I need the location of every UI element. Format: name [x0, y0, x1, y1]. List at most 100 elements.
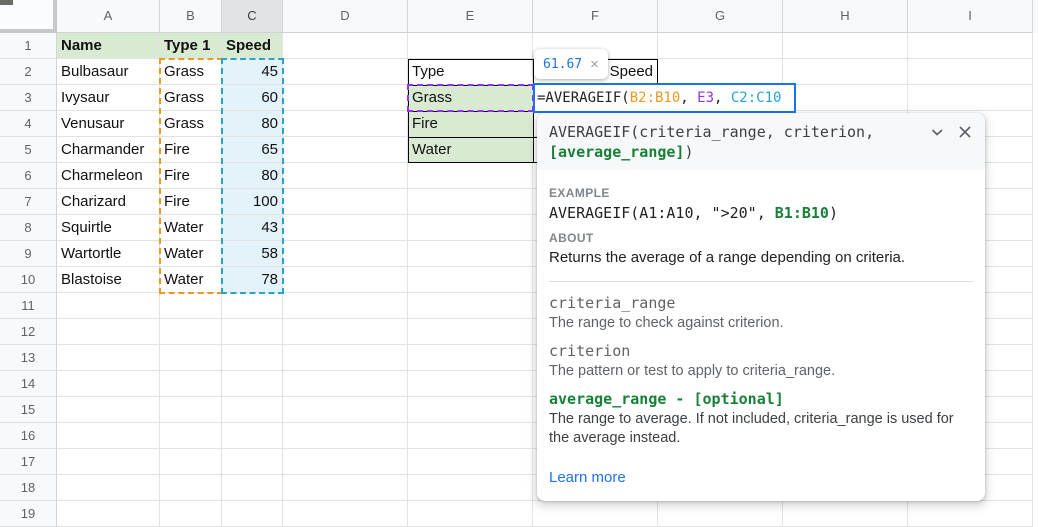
cell-H1[interactable]: [783, 33, 908, 59]
chevron-down-icon[interactable]: [929, 124, 945, 145]
cell-E19[interactable]: [408, 501, 533, 527]
cell-D18[interactable]: [283, 475, 408, 501]
cell-E11[interactable]: [408, 293, 533, 319]
cell-B18[interactable]: [160, 475, 222, 501]
close-icon[interactable]: [957, 124, 973, 145]
cell-A18[interactable]: [57, 475, 160, 501]
cell-D13[interactable]: [283, 345, 408, 371]
cell-C11[interactable]: [222, 293, 283, 319]
cell-C10[interactable]: 78: [222, 267, 283, 293]
cell-G2[interactable]: [658, 59, 783, 85]
cell-A17[interactable]: [57, 449, 160, 475]
cell-H2[interactable]: [783, 59, 908, 85]
cell-B11[interactable]: [160, 293, 222, 319]
cell-E8[interactable]: [408, 215, 533, 241]
cell-E14[interactable]: [408, 371, 533, 397]
cell-B4[interactable]: Grass: [160, 111, 222, 137]
row-header-12[interactable]: 12: [0, 319, 57, 345]
cell-A8[interactable]: Squirtle: [57, 215, 160, 241]
cell-E13[interactable]: [408, 345, 533, 371]
cell-C16[interactable]: [222, 423, 283, 449]
cell-E4[interactable]: Fire: [408, 111, 533, 137]
column-header-G[interactable]: G: [658, 0, 783, 33]
row-header-2[interactable]: 2: [0, 59, 57, 85]
cell-I19[interactable]: [908, 501, 1033, 527]
cell-C9[interactable]: 58: [222, 241, 283, 267]
cell-A9[interactable]: Wartortle: [57, 241, 160, 267]
cell-A1[interactable]: Name: [57, 33, 160, 59]
cell-E15[interactable]: [408, 397, 533, 423]
row-header-4[interactable]: 4: [0, 111, 57, 137]
cell-G1[interactable]: [658, 33, 783, 59]
cell-D19[interactable]: [283, 501, 408, 527]
cell-B3[interactable]: Grass: [160, 85, 222, 111]
row-header-17[interactable]: 17: [0, 449, 57, 475]
cell-C17[interactable]: [222, 449, 283, 475]
cell-D6[interactable]: [283, 163, 408, 189]
cell-D1[interactable]: [283, 33, 408, 59]
cell-H3[interactable]: [783, 85, 908, 111]
cell-B6[interactable]: Fire: [160, 163, 222, 189]
row-header-15[interactable]: 15: [0, 397, 57, 423]
cell-D10[interactable]: [283, 267, 408, 293]
cell-A13[interactable]: [57, 345, 160, 371]
cell-D5[interactable]: [283, 137, 408, 163]
cell-A14[interactable]: [57, 371, 160, 397]
cell-C2[interactable]: 45: [222, 59, 283, 85]
row-header-3[interactable]: 3: [0, 85, 57, 111]
cell-I2[interactable]: [908, 59, 1033, 85]
cell-B13[interactable]: [160, 345, 222, 371]
cell-F19[interactable]: [533, 501, 658, 527]
cell-C1[interactable]: Speed: [222, 33, 283, 59]
cell-D14[interactable]: [283, 371, 408, 397]
cell-E12[interactable]: [408, 319, 533, 345]
cell-A16[interactable]: [57, 423, 160, 449]
column-header-D[interactable]: D: [283, 0, 408, 33]
row-header-19[interactable]: 19: [0, 501, 57, 527]
cell-A2[interactable]: Bulbasaur: [57, 59, 160, 85]
cell-A19[interactable]: [57, 501, 160, 527]
cell-A10[interactable]: Blastoise: [57, 267, 160, 293]
cell-B15[interactable]: [160, 397, 222, 423]
cell-C7[interactable]: 100: [222, 189, 283, 215]
cell-B9[interactable]: Water: [160, 241, 222, 267]
cell-D2[interactable]: [283, 59, 408, 85]
row-header-13[interactable]: 13: [0, 345, 57, 371]
column-header-F[interactable]: F: [533, 0, 658, 33]
cell-A3[interactable]: Ivysaur: [57, 85, 160, 111]
cell-E6[interactable]: [408, 163, 533, 189]
cell-C12[interactable]: [222, 319, 283, 345]
column-header-I[interactable]: I: [908, 0, 1033, 33]
cell-H19[interactable]: [783, 501, 908, 527]
row-header-8[interactable]: 8: [0, 215, 57, 241]
cell-E3[interactable]: Grass: [408, 85, 533, 111]
cell-D11[interactable]: [283, 293, 408, 319]
column-header-E[interactable]: E: [408, 0, 533, 33]
column-header-B[interactable]: B: [160, 0, 222, 33]
cell-I1[interactable]: [908, 33, 1033, 59]
cell-B7[interactable]: Fire: [160, 189, 222, 215]
cell-D8[interactable]: [283, 215, 408, 241]
cell-C3[interactable]: 60: [222, 85, 283, 111]
cell-C8[interactable]: 43: [222, 215, 283, 241]
cell-I3[interactable]: [908, 85, 1033, 111]
cell-C13[interactable]: [222, 345, 283, 371]
cell-A5[interactable]: Charmander: [57, 137, 160, 163]
row-header-11[interactable]: 11: [0, 293, 57, 319]
cell-C4[interactable]: 80: [222, 111, 283, 137]
cell-A11[interactable]: [57, 293, 160, 319]
row-header-5[interactable]: 5: [0, 137, 57, 163]
cell-C14[interactable]: [222, 371, 283, 397]
cell-C19[interactable]: [222, 501, 283, 527]
cell-E2[interactable]: Type: [408, 59, 533, 85]
cell-B2[interactable]: Grass: [160, 59, 222, 85]
row-header-14[interactable]: 14: [0, 371, 57, 397]
cell-D3[interactable]: [283, 85, 408, 111]
cell-B10[interactable]: Water: [160, 267, 222, 293]
cell-B14[interactable]: [160, 371, 222, 397]
cell-B17[interactable]: [160, 449, 222, 475]
cell-B16[interactable]: [160, 423, 222, 449]
column-header-C[interactable]: C: [222, 0, 283, 33]
learn-more-link[interactable]: Learn more: [549, 469, 626, 486]
cell-E7[interactable]: [408, 189, 533, 215]
